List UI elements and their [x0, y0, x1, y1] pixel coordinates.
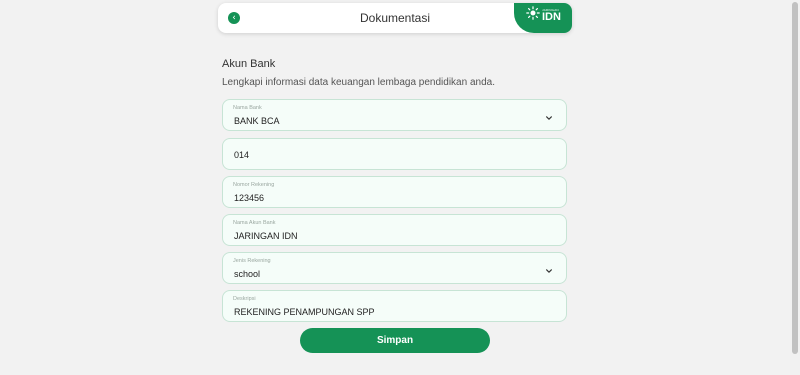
section-subtitle: Lengkapi informasi data keuangan lembaga… [222, 77, 495, 88]
account-number-field[interactable]: Nomor Rekening 123456 [222, 176, 567, 208]
scrollbar-thumb[interactable] [792, 2, 798, 354]
sun-icon [526, 6, 540, 20]
brand-logo: JARINGAN IDN [514, 3, 572, 33]
field-label: Nama Akun Bank [233, 220, 276, 226]
field-label: Nama Bank [233, 105, 262, 111]
section-title: Akun Bank [222, 58, 276, 70]
bank-code-field[interactable]: 014 [222, 138, 567, 170]
field-value: school [234, 269, 261, 279]
field-value: 123456 [234, 193, 265, 203]
description-field[interactable]: Deskripsi REKENING PENAMPUNGAN SPP [222, 290, 567, 322]
field-value: JARINGAN IDN [234, 231, 298, 241]
field-label: Deskripsi [233, 296, 256, 302]
account-name-field[interactable]: Nama Akun Bank JARINGAN IDN [222, 214, 567, 246]
field-label: Nomor Rekening [233, 182, 275, 188]
field-value: 014 [234, 150, 250, 160]
bank-name-select[interactable]: Nama Bank BANK BCA [222, 99, 567, 131]
field-label: Jenis Rekening [233, 258, 271, 264]
header-bar: ‹ Dokumentasi JARINGAN IDN [218, 3, 572, 33]
chevron-down-icon [546, 116, 552, 120]
account-type-select[interactable]: Jenis Rekening school [222, 252, 567, 284]
save-button[interactable]: Simpan [300, 328, 490, 353]
field-value: REKENING PENAMPUNGAN SPP [234, 307, 375, 317]
scrollbar[interactable] [790, 0, 800, 375]
chevron-down-icon [546, 269, 552, 273]
logo-text: IDN [542, 11, 561, 23]
field-value: BANK BCA [234, 116, 280, 126]
